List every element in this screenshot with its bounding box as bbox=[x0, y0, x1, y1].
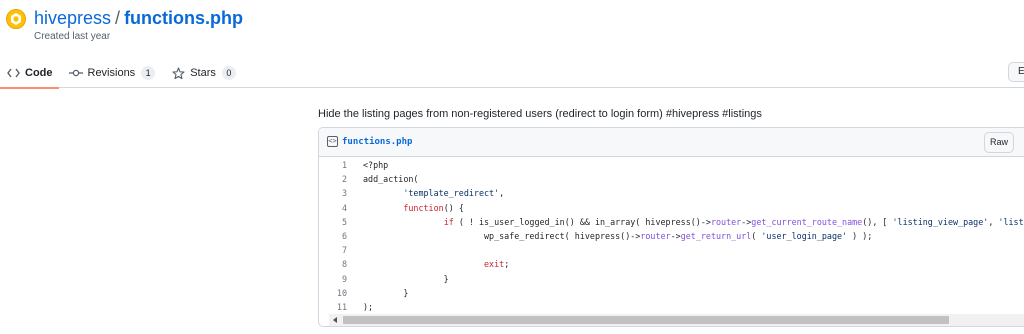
code-line: 6 wp_safe_redirect( hivepress()->router-… bbox=[319, 229, 1024, 243]
code-text: } bbox=[363, 273, 449, 284]
line-number[interactable]: 1 bbox=[319, 158, 349, 172]
line-number[interactable]: 4 bbox=[319, 201, 349, 215]
code-line: 3 'template_redirect', bbox=[319, 186, 1024, 200]
raw-button[interactable]: Raw bbox=[984, 132, 1014, 153]
code-line: 5 if ( ! is_user_logged_in() && in_array… bbox=[319, 215, 1024, 229]
edit-button[interactable]: E bbox=[1008, 62, 1024, 82]
tab-code[interactable]: Code bbox=[0, 58, 59, 89]
tab-stars-label: Stars bbox=[190, 67, 216, 79]
code-text: ); bbox=[363, 301, 374, 312]
line-number[interactable]: 10 bbox=[319, 286, 349, 300]
code-line: 7 bbox=[319, 243, 1024, 257]
code-text: function() { bbox=[403, 202, 464, 213]
star-icon bbox=[171, 66, 185, 80]
tab-revisions[interactable]: Revisions 1 bbox=[63, 58, 162, 88]
gist-filename-link[interactable]: functions.php bbox=[124, 8, 243, 28]
tab-code-label: Code bbox=[25, 67, 53, 79]
code-line: 2 add_action( bbox=[319, 172, 1024, 186]
gist-tabs: Code Revisions 1 Stars 0 bbox=[0, 58, 246, 89]
code-line: 10 } bbox=[319, 286, 1024, 300]
file-header: <> functions.php Raw bbox=[319, 128, 1024, 157]
horizontal-scrollbar[interactable] bbox=[329, 314, 1024, 326]
line-number[interactable]: 6 bbox=[319, 229, 349, 243]
git-commit-icon bbox=[68, 66, 83, 80]
line-number[interactable]: 8 bbox=[319, 257, 349, 271]
owner-link[interactable]: hivepress bbox=[34, 8, 111, 28]
title-separator: / bbox=[115, 8, 121, 28]
code-view: 1 <?php 2 add_action( 3 'template_redirect… bbox=[319, 158, 1024, 314]
gist-description: Hide the listing pages from non-register… bbox=[318, 108, 762, 120]
line-number[interactable]: 9 bbox=[319, 272, 349, 286]
line-number[interactable]: 11 bbox=[319, 300, 349, 314]
code-text: add_action( bbox=[363, 174, 419, 185]
revisions-count-badge: 1 bbox=[141, 66, 156, 80]
hive-logo-icon bbox=[11, 13, 21, 25]
gist-title: hivepress / functions.php bbox=[34, 7, 243, 29]
code-line: 4 function() { bbox=[319, 201, 1024, 215]
code-text: <?php bbox=[363, 160, 389, 170]
created-timestamp: Created last year bbox=[34, 31, 111, 42]
code-text: } bbox=[363, 287, 409, 298]
code-line: 1 <?php bbox=[319, 158, 1024, 172]
code-icon bbox=[6, 66, 20, 80]
code-text: exit; bbox=[484, 259, 510, 270]
gist-header: hivepress / functions.php Created last yea… bbox=[0, 0, 1024, 89]
code-text: wp_safe_redirect( hivepress()->router->g… bbox=[363, 230, 873, 241]
tab-revisions-label: Revisions bbox=[87, 67, 136, 79]
code-line: 11); bbox=[319, 300, 1024, 314]
line-number[interactable]: 3 bbox=[319, 186, 349, 200]
file-code-icon: <> bbox=[327, 136, 338, 147]
code-line: 8 exit; bbox=[319, 257, 1024, 271]
file-box: <> functions.php Raw 1 <?php 2 add_action(… bbox=[318, 127, 1024, 327]
stars-count-badge: 0 bbox=[221, 66, 236, 80]
line-number[interactable]: 2 bbox=[319, 172, 349, 186]
scroll-left-icon[interactable] bbox=[329, 314, 341, 326]
file-name-link[interactable]: functions.php bbox=[342, 136, 412, 148]
code-line: 9 } bbox=[319, 272, 1024, 286]
code-text: 'template_redirect', bbox=[403, 188, 505, 199]
avatar[interactable] bbox=[6, 9, 26, 29]
tab-stars[interactable]: Stars 0 bbox=[165, 58, 242, 88]
line-number[interactable]: 7 bbox=[319, 243, 349, 257]
scrollbar-thumb[interactable] bbox=[343, 316, 949, 324]
code-text: if ( ! is_user_logged_in() && in_array( … bbox=[443, 216, 1024, 227]
line-number[interactable]: 5 bbox=[319, 215, 349, 229]
